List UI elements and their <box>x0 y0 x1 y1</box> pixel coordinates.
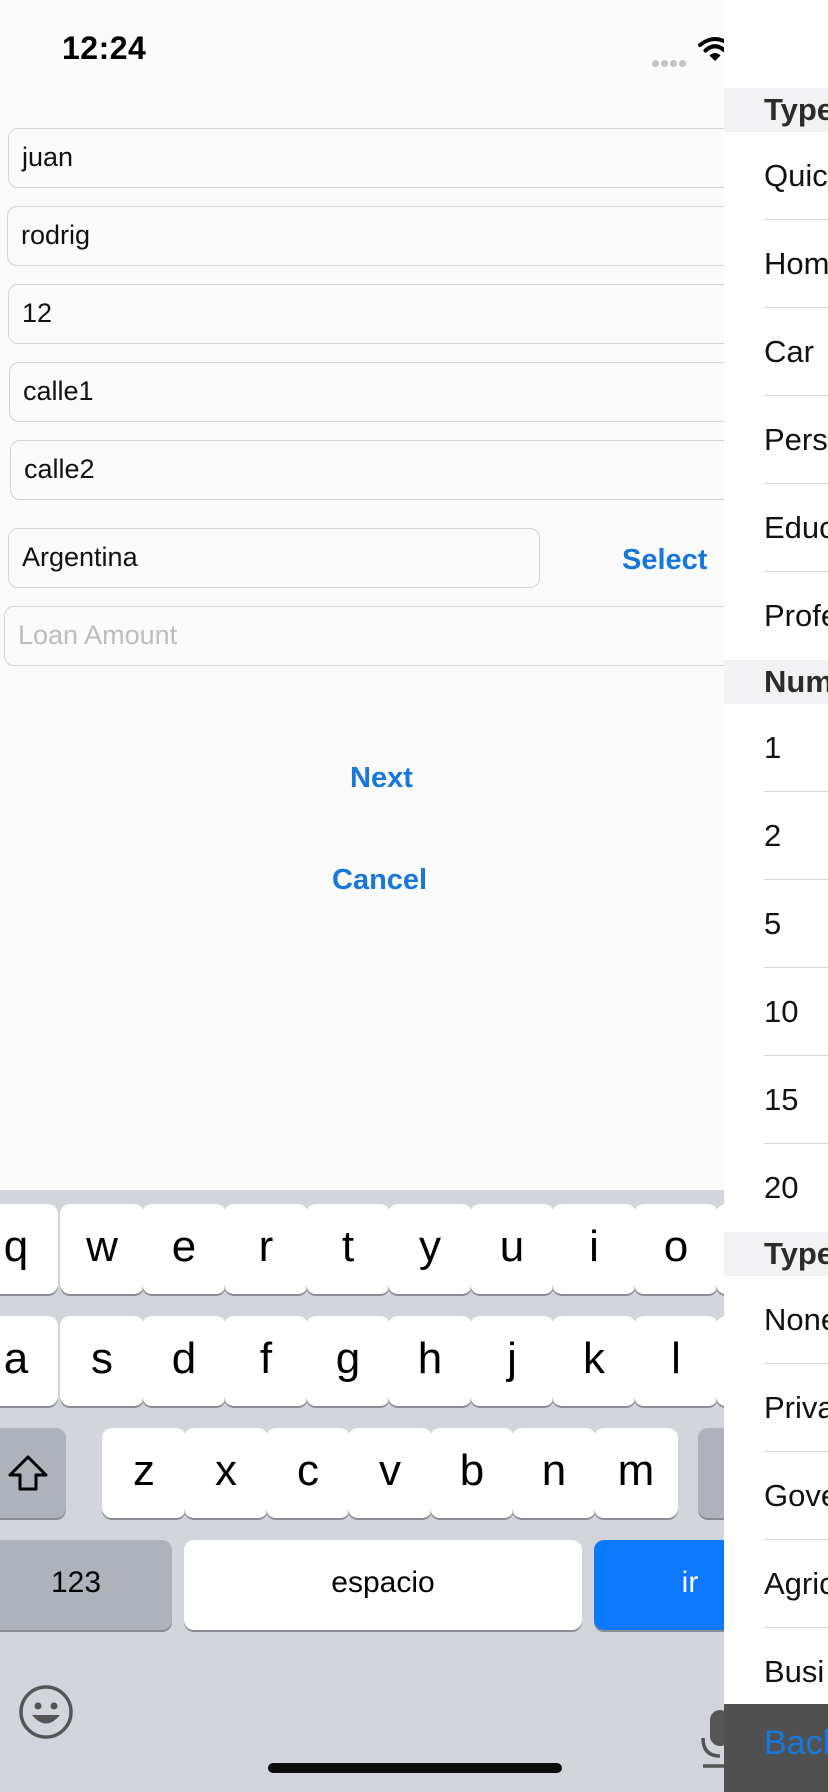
side-picker-sheet: Type Quic Hom Car Pers Educ Profe Num 1 … <box>724 0 828 1792</box>
list-item[interactable]: 15 <box>764 1056 828 1144</box>
key-r[interactable]: r <box>224 1204 308 1294</box>
key-a[interactable]: a <box>0 1316 58 1406</box>
address2-field[interactable]: calle2 <box>10 440 750 500</box>
key-j[interactable]: j <box>470 1316 554 1406</box>
status-time: 12:24 <box>62 30 147 66</box>
key-q[interactable]: q <box>0 1204 58 1294</box>
back-button[interactable]: Back <box>764 1724 828 1763</box>
list-item[interactable]: 20 <box>764 1144 828 1232</box>
numbers-key[interactable]: 123 <box>0 1540 172 1630</box>
last-name-field[interactable]: rodrig <box>7 206 747 266</box>
key-d[interactable]: d <box>142 1316 226 1406</box>
keyboard: q w e r t y u i o a s d f g h j k l z x … <box>0 1190 724 1792</box>
key-n[interactable]: n <box>512 1428 596 1518</box>
section-header-type: Type <box>724 88 828 132</box>
key-o[interactable]: o <box>634 1204 718 1294</box>
loan-amount-input[interactable]: Loan Amount <box>4 606 748 666</box>
first-name-field[interactable]: juan <box>8 128 748 188</box>
go-key[interactable]: ir <box>594 1540 724 1630</box>
space-key[interactable]: espacio <box>184 1540 582 1630</box>
microphone-icon[interactable] <box>700 1710 724 1775</box>
sheet-footer: Back <box>724 1704 828 1792</box>
list-item[interactable]: Gove <box>764 1452 828 1540</box>
key-h[interactable]: h <box>388 1316 472 1406</box>
list-item[interactable]: Priva <box>764 1364 828 1452</box>
list-item[interactable]: 1 <box>764 704 828 792</box>
key-i[interactable]: i <box>552 1204 636 1294</box>
key-u[interactable]: u <box>470 1204 554 1294</box>
key-b[interactable]: b <box>430 1428 514 1518</box>
list-item[interactable]: Car <box>764 308 828 396</box>
shift-key[interactable] <box>0 1428 66 1518</box>
list-item[interactable]: Agric <box>764 1540 828 1628</box>
key-m[interactable]: m <box>594 1428 678 1518</box>
list-item[interactable]: 5 <box>764 880 828 968</box>
key-g[interactable]: g <box>306 1316 390 1406</box>
list-item[interactable]: Pers <box>764 396 828 484</box>
key-v[interactable]: v <box>348 1428 432 1518</box>
key-s[interactable]: s <box>60 1316 144 1406</box>
list-item[interactable]: Profe <box>764 572 828 660</box>
section-header-num: Num <box>724 660 828 704</box>
cancel-button[interactable]: Cancel <box>332 864 427 897</box>
cellular-signal-icon <box>652 54 688 67</box>
list-item[interactable]: None <box>764 1276 828 1364</box>
list-item[interactable]: Hom <box>764 220 828 308</box>
select-country-button[interactable]: Select <box>622 544 707 577</box>
list-item[interactable]: Busi <box>764 1628 828 1716</box>
number-field[interactable]: 12 <box>8 284 748 344</box>
home-indicator <box>268 1763 562 1773</box>
key-c[interactable]: c <box>266 1428 350 1518</box>
next-button[interactable]: Next <box>350 762 413 795</box>
key-n-tilde[interactable] <box>716 1316 724 1406</box>
key-p[interactable] <box>716 1204 724 1294</box>
key-f[interactable]: f <box>224 1316 308 1406</box>
section-header-type-2: Type <box>724 1232 828 1276</box>
key-z[interactable]: z <box>102 1428 186 1518</box>
key-x[interactable]: x <box>184 1428 268 1518</box>
key-k[interactable]: k <box>552 1316 636 1406</box>
list-item[interactable]: Educ <box>764 484 828 572</box>
key-t[interactable]: t <box>306 1204 390 1294</box>
key-l[interactable]: l <box>634 1316 718 1406</box>
shift-arrow-icon <box>8 1455 48 1491</box>
list-item[interactable]: Quic <box>764 132 828 220</box>
key-e[interactable]: e <box>142 1204 226 1294</box>
list-item[interactable]: 10 <box>764 968 828 1056</box>
delete-key[interactable] <box>698 1428 724 1518</box>
list-item[interactable]: 2 <box>764 792 828 880</box>
country-field[interactable]: Argentina <box>8 528 540 588</box>
emoji-face-icon[interactable] <box>18 1684 74 1745</box>
key-w[interactable]: w <box>60 1204 144 1294</box>
key-y[interactable]: y <box>388 1204 472 1294</box>
address1-field[interactable]: calle1 <box>9 362 749 422</box>
